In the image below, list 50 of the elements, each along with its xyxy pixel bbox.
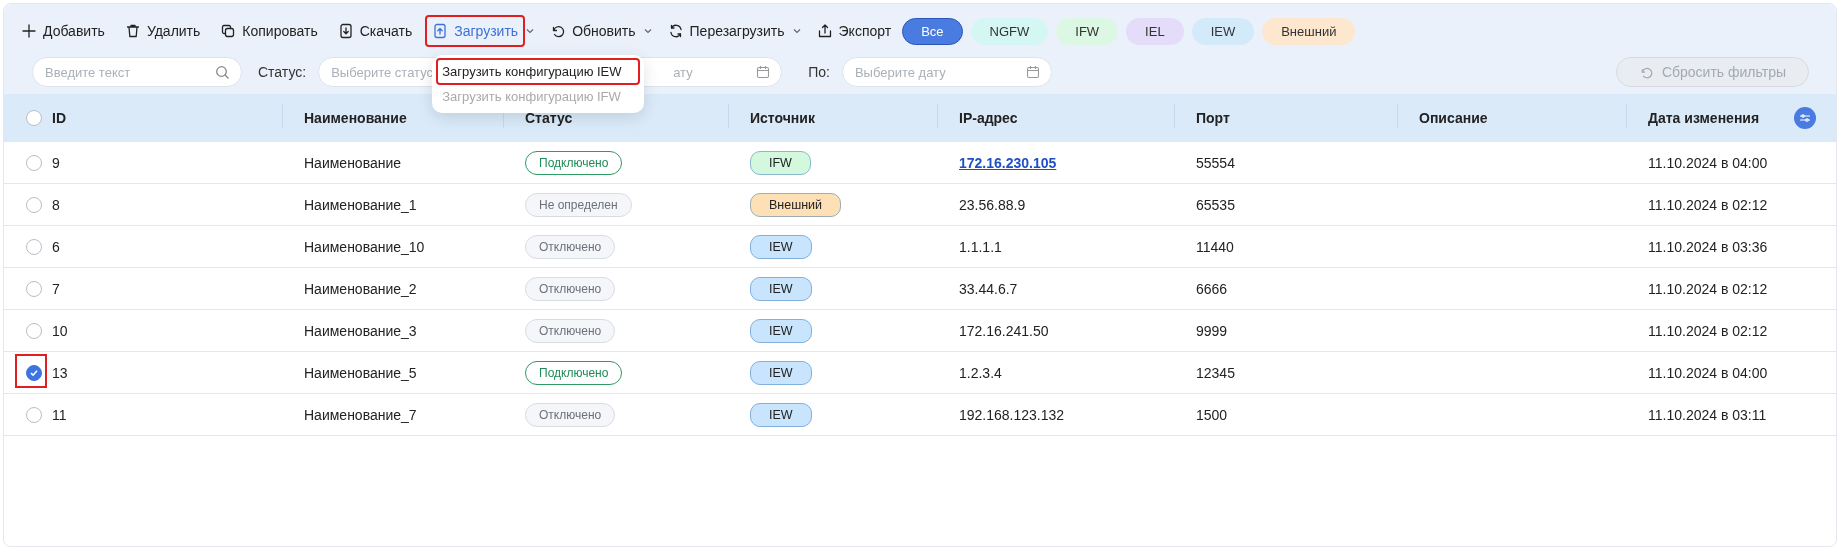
status-badge: Отключено [525,234,616,259]
table-cell: 7 [52,280,60,297]
table-cell: 11.10.2024 в 04:00 [1648,154,1768,171]
table-cell: 8 [52,196,60,213]
source-tag: IEW [750,276,812,301]
table-cell: Наименование_2 [304,280,417,297]
table-cell: Наименование_10 [304,238,425,255]
table-cell: 1500 [1196,406,1228,423]
status-badge: Подключено [525,150,623,175]
source-tag: Внешний [750,192,842,217]
table-cell: 6666 [1196,280,1228,297]
table-cell: 1.1.1.1 [959,238,1002,255]
table-cell: Наименование [304,154,402,171]
status-badge: Отключено [525,276,616,301]
table-cell: 9999 [1196,322,1228,339]
field-label: По: [808,64,830,80]
table-cell: 13 [52,364,68,381]
source-tag: IEW [750,402,812,427]
source-tag: IFW [750,150,811,175]
table-cell: Наименование_7 [304,406,417,423]
table-cell: Наименование_3 [304,322,417,339]
table-cell: Наименование_1 [304,196,417,213]
table-cell: 11.10.2024 в 03:11 [1648,406,1767,423]
table-cell: 11.10.2024 в 04:00 [1648,364,1768,381]
table-cell: 1.2.3.4 [959,364,1002,381]
table-cell: 55554 [1196,154,1235,171]
status-badge: Отключено [525,402,616,427]
table-cell: 6 [52,238,60,255]
source-tag: IEW [750,360,812,385]
table-cell: 11 [52,406,67,423]
status-badge: Отключено [525,318,616,343]
table-cell: Наименование_5 [304,364,417,381]
source-tag: IEW [750,234,812,259]
table-cell: 192.168.123.132 [959,406,1065,423]
table-cell: 12345 [1196,364,1235,381]
table-cell: 11440 [1196,238,1234,255]
table-cell: 65535 [1196,196,1235,213]
table-cell: 33.44.6.7 [959,280,1018,297]
table-cell: 23.56.88.9 [959,196,1026,213]
table-cell: 11.10.2024 в 02:12 [1648,280,1768,297]
status-badge: Подключено [525,360,623,385]
status-badge: Не определен [525,192,632,217]
table-cell: 11.10.2024 в 02:12 [1648,322,1768,339]
source-tag: IEW [750,318,812,343]
table-cell: 10 [52,322,68,339]
table-cell: 9 [52,154,60,171]
table-cell: 172.16.241.50 [959,322,1049,339]
table-cell: 11.10.2024 в 03:36 [1648,238,1768,255]
field-label: Статус: [258,64,307,80]
table-cell: 11.10.2024 в 02:12 [1648,196,1768,213]
